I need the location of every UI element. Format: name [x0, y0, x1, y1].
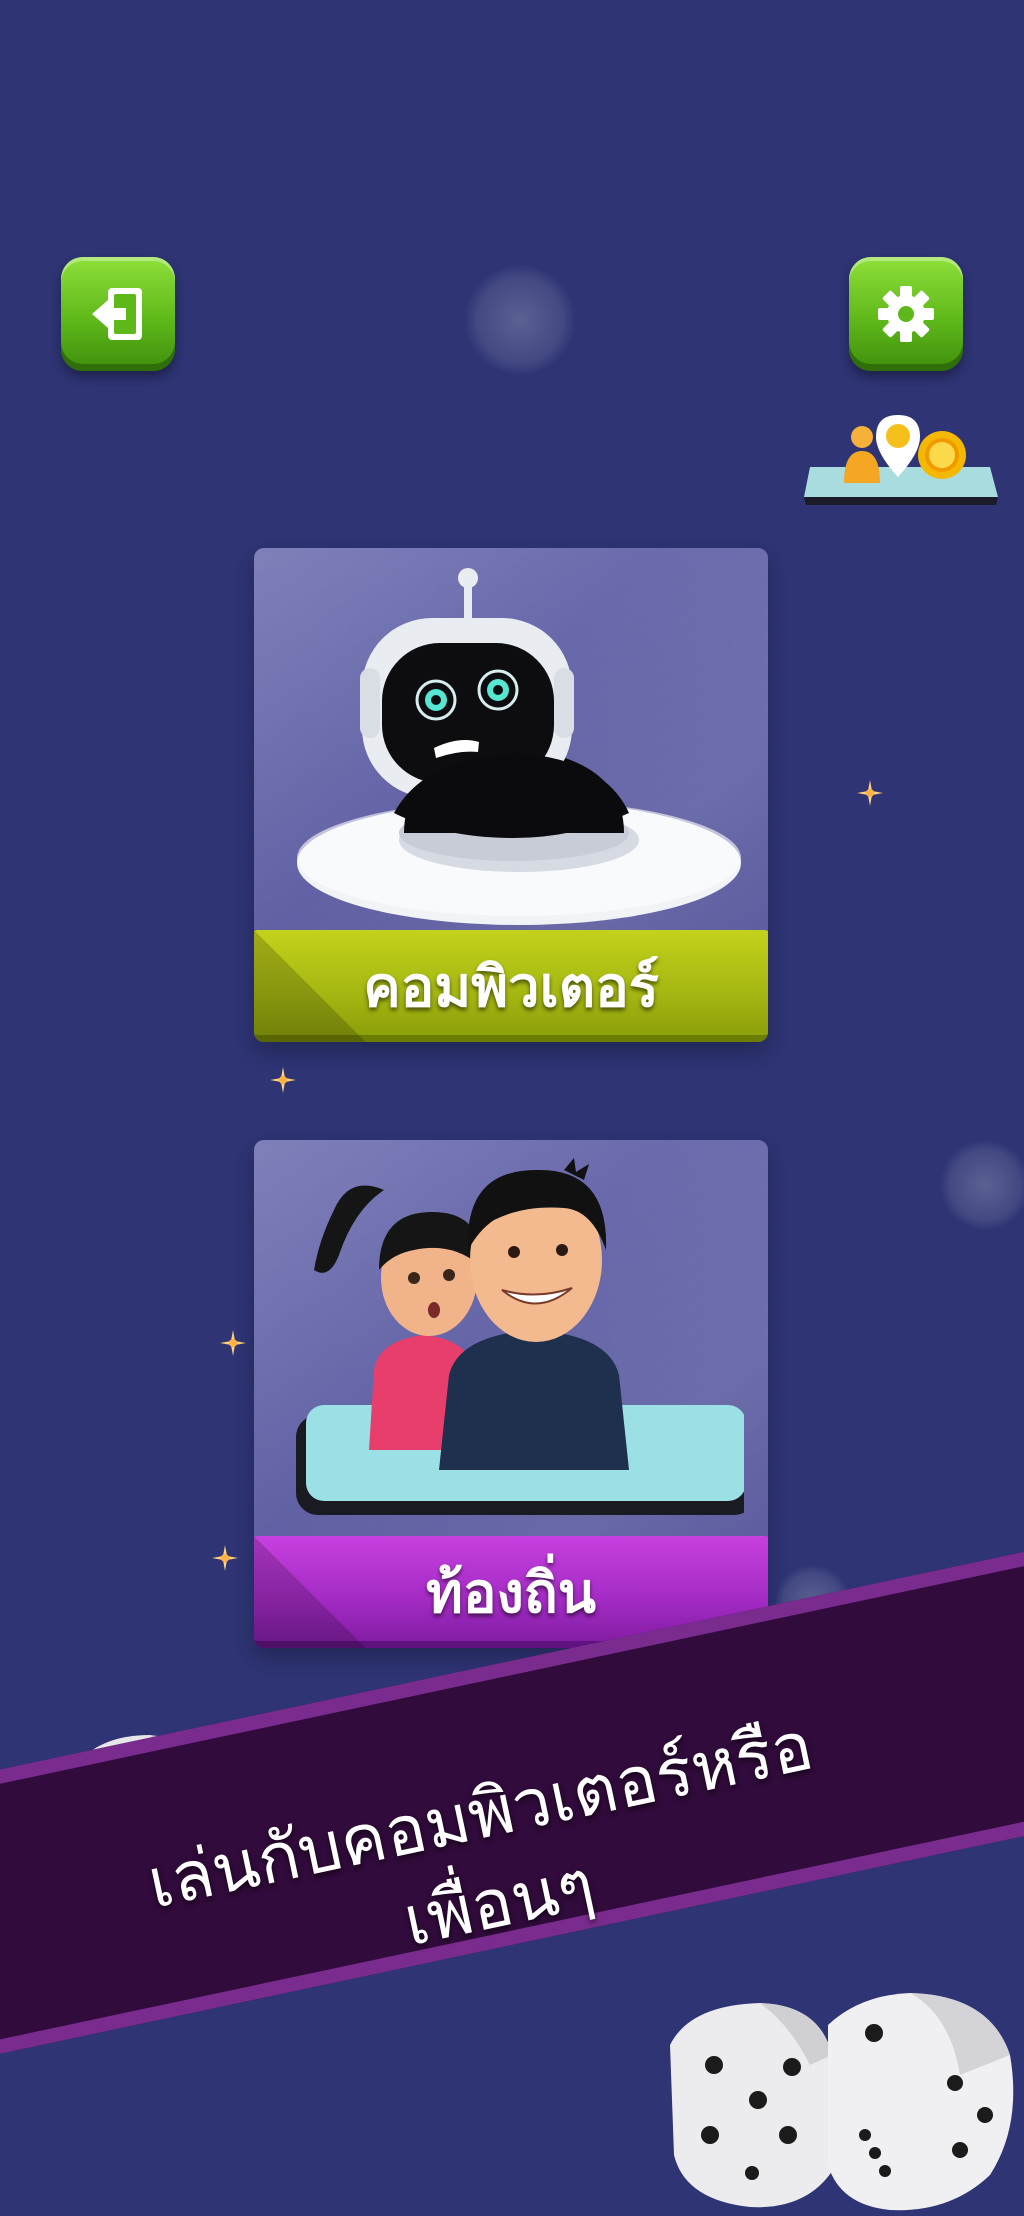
- player-location-coins-icon[interactable]: [800, 405, 1000, 515]
- sparkle-icon: [212, 1545, 238, 1571]
- sparkle-icon: [220, 1330, 246, 1356]
- dice-icon: [670, 1993, 1014, 2211]
- computer-mode-label: คอมพิวเตอร์: [363, 954, 659, 1020]
- robot-ufo-icon: [297, 568, 741, 925]
- bokeh-light: [465, 265, 575, 375]
- settings-button[interactable]: [849, 257, 963, 371]
- computer-mode-card[interactable]: คอมพิวเตอร์: [254, 548, 768, 1042]
- banner-shade: [254, 1536, 370, 1648]
- bokeh-light: [940, 1140, 1024, 1230]
- banner-shade: [254, 930, 370, 1042]
- exit-door-icon: [92, 288, 142, 340]
- local-mode-label: ท้องถิ่น: [425, 1560, 597, 1626]
- kids-phone-icon: [296, 1158, 744, 1515]
- sparkle-icon: [857, 780, 883, 806]
- gear-icon: [878, 286, 934, 342]
- exit-button[interactable]: [61, 257, 175, 371]
- sparkle-icon: [270, 1067, 296, 1093]
- computer-mode-banner: คอมพิวเตอร์: [254, 930, 768, 1042]
- local-mode-card[interactable]: ท้องถิ่น: [254, 1140, 768, 1648]
